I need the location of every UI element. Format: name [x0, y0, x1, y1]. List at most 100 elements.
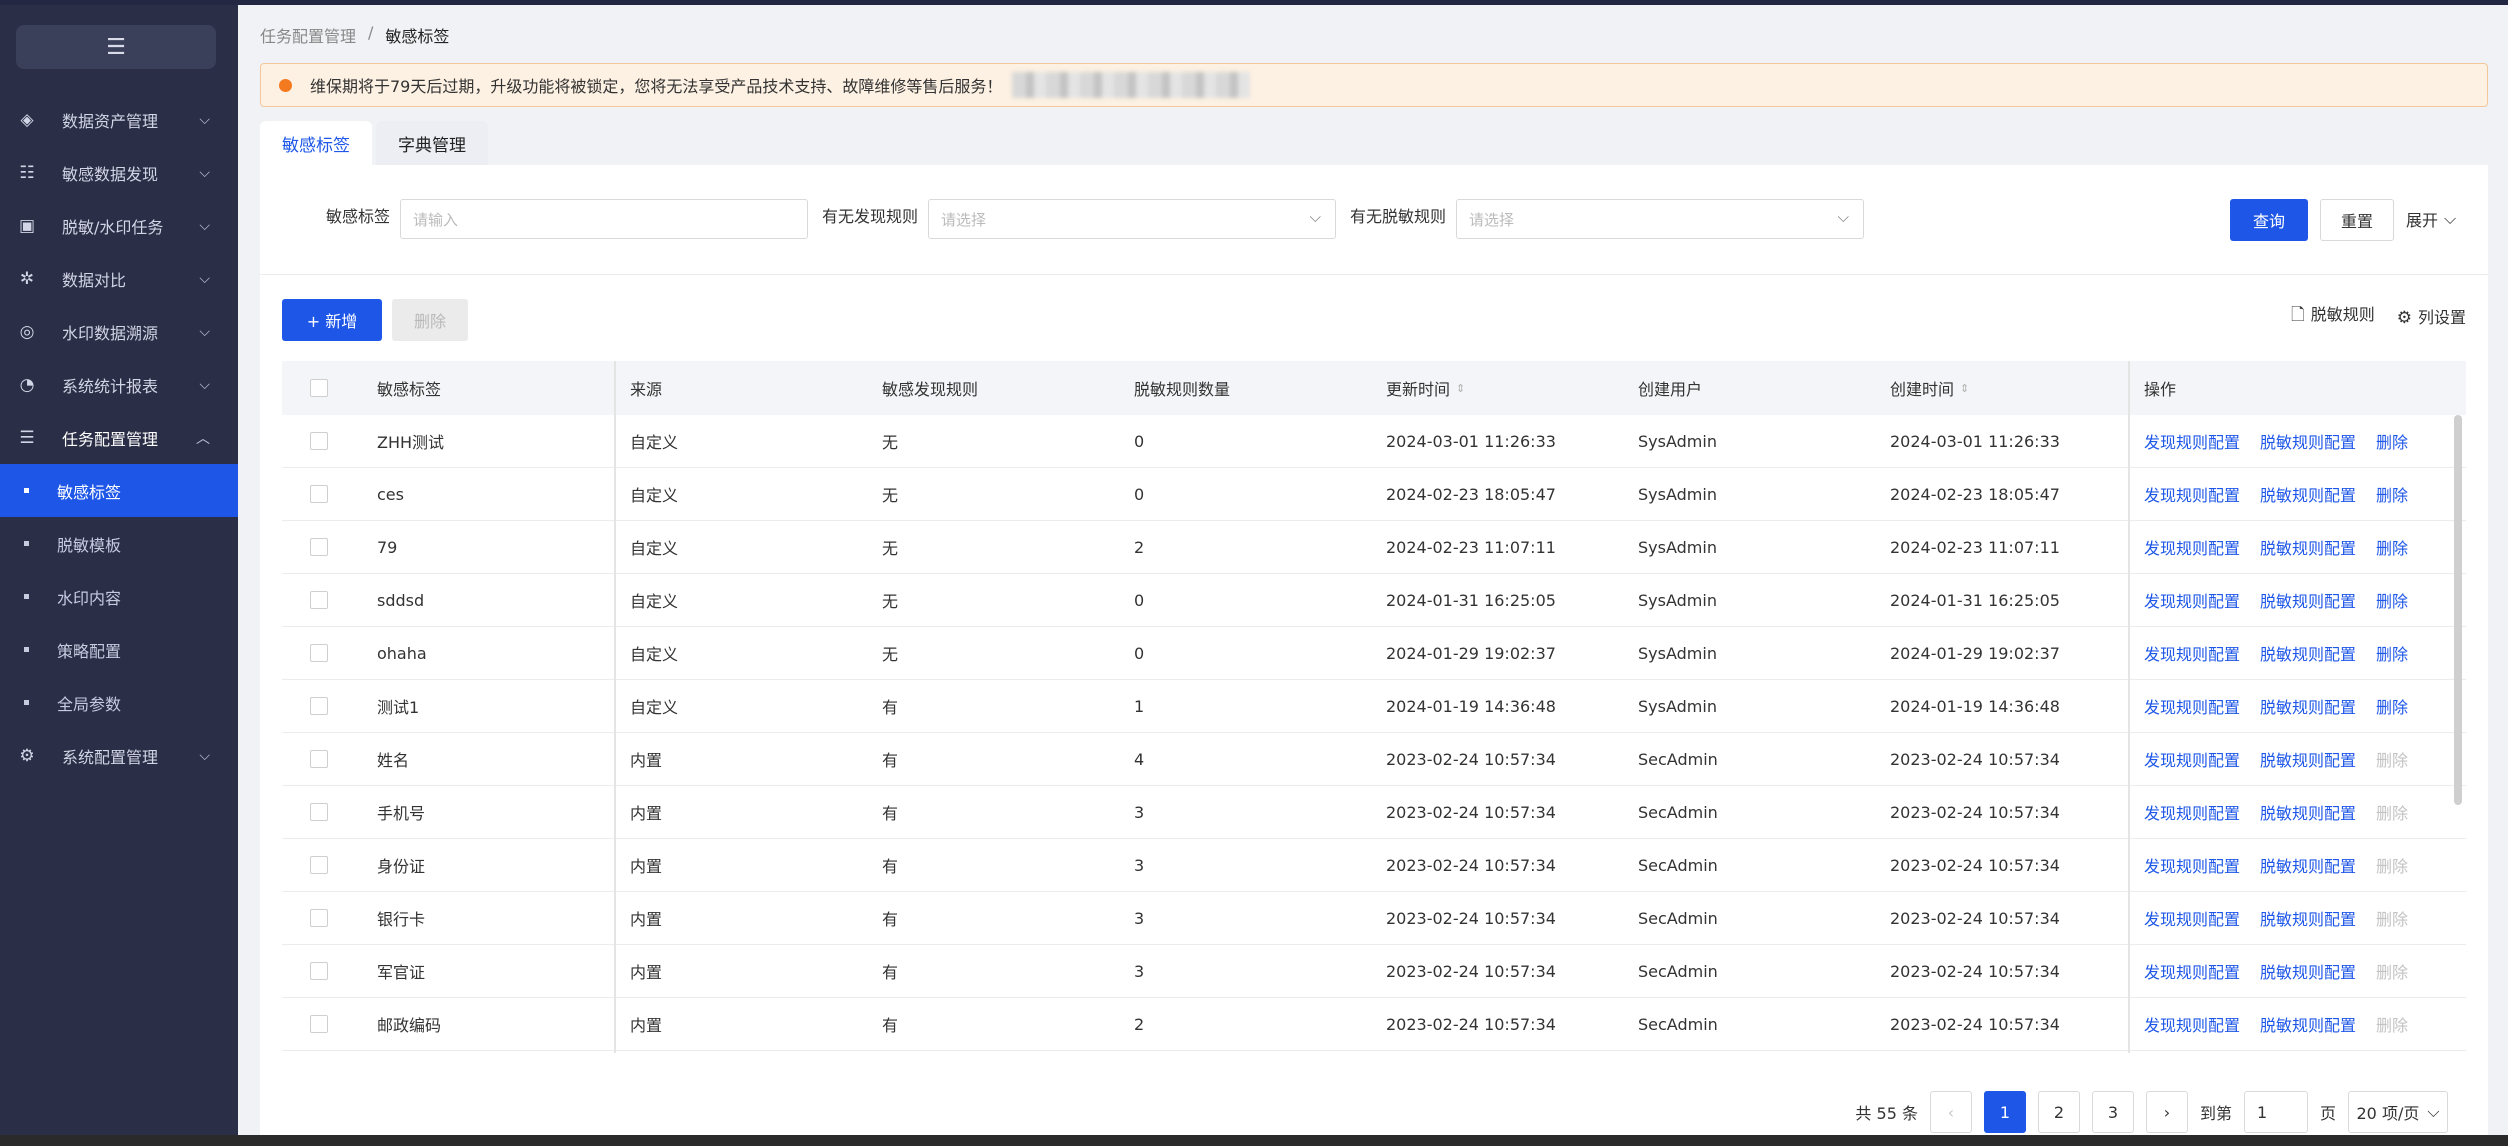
- row-checkbox[interactable]: [310, 521, 328, 573]
- cell-created: 2023-02-24 10:57:34: [1890, 749, 2060, 769]
- sidebar-item-system-config[interactable]: ⚙ 系统配置管理 ⌵: [0, 729, 238, 782]
- row-checkbox[interactable]: [310, 468, 328, 520]
- sidebar-subitem-watermark-content[interactable]: 水印内容: [0, 570, 238, 623]
- discovery-rule-config-link[interactable]: 发现规则配置: [2144, 747, 2240, 771]
- tag-search-input[interactable]: 请输入: [400, 199, 808, 239]
- expand-toggle[interactable]: 展开 ⌵: [2406, 199, 2456, 239]
- table-row: 手机号 内置 有 3 2023-02-24 10:57:34 SecAdmin 2023-0…: [282, 786, 2466, 839]
- menu-fold-icon[interactable]: ☰: [16, 25, 216, 69]
- cell-tag: ces: [377, 484, 404, 504]
- header-updated[interactable]: 更新时间 ⇕: [1386, 361, 1465, 415]
- sort-icon: ⇕: [1960, 381, 1970, 395]
- sidebar-item-data-compare[interactable]: ✲ 数据对比 ⌵: [0, 252, 238, 305]
- mask-rule-config-link[interactable]: 脱敏规则配置: [2260, 429, 2356, 453]
- sidebar-item-data-assets[interactable]: ◈ 数据资产管理 ⌵: [0, 93, 238, 146]
- row-checkbox[interactable]: [310, 415, 328, 467]
- discovery-rule-config-link[interactable]: 发现规则配置: [2144, 906, 2240, 930]
- delete-link[interactable]: 删除: [2376, 429, 2408, 453]
- discovery-rule-config-link[interactable]: 发现规则配置: [2144, 800, 2240, 824]
- column-settings-link[interactable]: ⚙ 列设置: [2397, 304, 2466, 328]
- sidebar-subitem-global-params[interactable]: 全局参数: [0, 676, 238, 729]
- mask-rule-config-link[interactable]: 脱敏规则配置: [2260, 588, 2356, 612]
- next-page-button[interactable]: ›: [2145, 1091, 2188, 1133]
- mask-rule-config-link[interactable]: 脱敏规则配置: [2260, 959, 2356, 983]
- query-button[interactable]: 查询: [2230, 199, 2308, 241]
- delete-link[interactable]: 删除: [2376, 588, 2408, 612]
- mask-rule-config-link[interactable]: 脱敏规则配置: [2260, 853, 2356, 877]
- chevron-down-icon: ⌵: [2427, 1102, 2440, 1121]
- header-created[interactable]: 创建时间 ⇕: [1890, 361, 1969, 415]
- delete-link[interactable]: 删除: [2376, 747, 2408, 771]
- sidebar-item-reports[interactable]: ◔ 系统统计报表 ⌵: [0, 358, 238, 411]
- tab-sensitive-tags[interactable]: 敏感标签: [260, 121, 372, 165]
- discovery-rule-config-link[interactable]: 发现规则配置: [2144, 694, 2240, 718]
- delete-link[interactable]: 删除: [2376, 959, 2408, 983]
- page-size-select[interactable]: 20 项/页 ⌵: [2348, 1091, 2448, 1133]
- row-checkbox[interactable]: [310, 680, 328, 732]
- sidebar-item-watermark-trace[interactable]: ◎ 水印数据溯源 ⌵: [0, 305, 238, 358]
- discovery-rule-config-link[interactable]: 发现规则配置: [2144, 588, 2240, 612]
- mask-rule-config-link[interactable]: 脱敏规则配置: [2260, 747, 2356, 771]
- mask-rule-select[interactable]: 请选择 ⌵: [1456, 199, 1864, 239]
- delete-link[interactable]: 删除: [2376, 694, 2408, 718]
- mask-rule-config-link[interactable]: 脱敏规则配置: [2260, 800, 2356, 824]
- discovery-rule-select[interactable]: 请选择 ⌵: [928, 199, 1336, 239]
- discovery-rule-config-link[interactable]: 发现规则配置: [2144, 482, 2240, 506]
- row-checkbox[interactable]: [310, 574, 328, 626]
- discovery-rule-config-link[interactable]: 发现规则配置: [2144, 1012, 2240, 1036]
- cell-updated: 2023-02-24 10:57:34: [1386, 961, 1556, 981]
- row-checkbox[interactable]: [310, 839, 328, 891]
- cell-discovery-rule: 有: [882, 804, 899, 823]
- discovery-rule-config-link[interactable]: 发现规则配置: [2144, 429, 2240, 453]
- mask-rule-config-link[interactable]: 脱敏规则配置: [2260, 694, 2356, 718]
- reset-button[interactable]: 重置: [2320, 199, 2394, 241]
- sidebar-item-mask-watermark-task[interactable]: ▣ 脱敏/水印任务 ⌵: [0, 199, 238, 252]
- mask-rule-config-link[interactable]: 脱敏规则配置: [2260, 641, 2356, 665]
- add-button[interactable]: + 新增: [282, 299, 382, 341]
- discovery-rule-config-link[interactable]: 发现规则配置: [2144, 959, 2240, 983]
- delete-link[interactable]: 删除: [2376, 800, 2408, 824]
- delete-link[interactable]: 删除: [2376, 853, 2408, 877]
- select-all-checkbox[interactable]: [310, 361, 328, 415]
- row-checkbox[interactable]: [310, 627, 328, 679]
- mask-rule-config-link[interactable]: 脱敏规则配置: [2260, 535, 2356, 559]
- desens-rule-link[interactable]: 🗋 脱敏规则: [2291, 301, 2375, 331]
- row-checkbox[interactable]: [310, 945, 328, 997]
- chevron-down-icon: ⌵: [2444, 209, 2457, 228]
- page-3-button[interactable]: 3: [2091, 1091, 2134, 1133]
- table-scrollbar[interactable]: [2454, 415, 2462, 805]
- cell-source: 内置: [630, 857, 663, 876]
- discovery-rule-config-link[interactable]: 发现规则配置: [2144, 853, 2240, 877]
- delete-link[interactable]: 删除: [2376, 641, 2408, 665]
- sidebar-subitem-mask-template[interactable]: 脱敏模板: [0, 517, 238, 570]
- mask-rule-config-link[interactable]: 脱敏规则配置: [2260, 1012, 2356, 1036]
- mask-rule-config-link[interactable]: 脱敏规则配置: [2260, 906, 2356, 930]
- delete-link[interactable]: 删除: [2376, 906, 2408, 930]
- sidebar-item-sensitive-discovery[interactable]: ☷ 敏感数据发现 ⌵: [0, 146, 238, 199]
- mask-rule-config-link[interactable]: 脱敏规则配置: [2260, 482, 2356, 506]
- sidebar-item-label: 数据对比: [62, 270, 127, 290]
- sidebar-item-label: 脱敏/水印任务: [62, 217, 164, 237]
- row-checkbox[interactable]: [310, 892, 328, 944]
- breadcrumb-parent[interactable]: 任务配置管理: [260, 23, 356, 47]
- delete-link[interactable]: 删除: [2376, 1012, 2408, 1036]
- sidebar-item-task-config[interactable]: ☰ 任务配置管理 ︿: [0, 411, 238, 464]
- sidebar-subitem-sensitive-tags[interactable]: 敏感标签: [0, 464, 238, 517]
- row-checkbox[interactable]: [310, 786, 328, 838]
- delete-link[interactable]: 删除: [2376, 482, 2408, 506]
- sidebar-subitem-policy-config[interactable]: 策略配置: [0, 623, 238, 676]
- goto-page-input[interactable]: 1: [2243, 1091, 2308, 1133]
- discovery-rule-config-link[interactable]: 发现规则配置: [2144, 535, 2240, 559]
- page-1-button[interactable]: 1: [1983, 1091, 2026, 1133]
- delete-button[interactable]: 删除: [392, 299, 468, 341]
- table-row: ZHH测试 自定义 无 0 2024-03-01 11:26:33 SysAdmin 202…: [282, 415, 2466, 468]
- cell-updated: 2024-02-23 18:05:47: [1386, 484, 1556, 504]
- header-actions: 操作: [2144, 380, 2177, 399]
- row-checkbox[interactable]: [310, 733, 328, 785]
- delete-link[interactable]: 删除: [2376, 535, 2408, 559]
- prev-page-button[interactable]: ‹: [1929, 1091, 1972, 1133]
- page-2-button[interactable]: 2: [2037, 1091, 2080, 1133]
- row-checkbox[interactable]: [310, 998, 328, 1050]
- discovery-rule-config-link[interactable]: 发现规则配置: [2144, 641, 2240, 665]
- tab-dictionary[interactable]: 字典管理: [376, 121, 488, 165]
